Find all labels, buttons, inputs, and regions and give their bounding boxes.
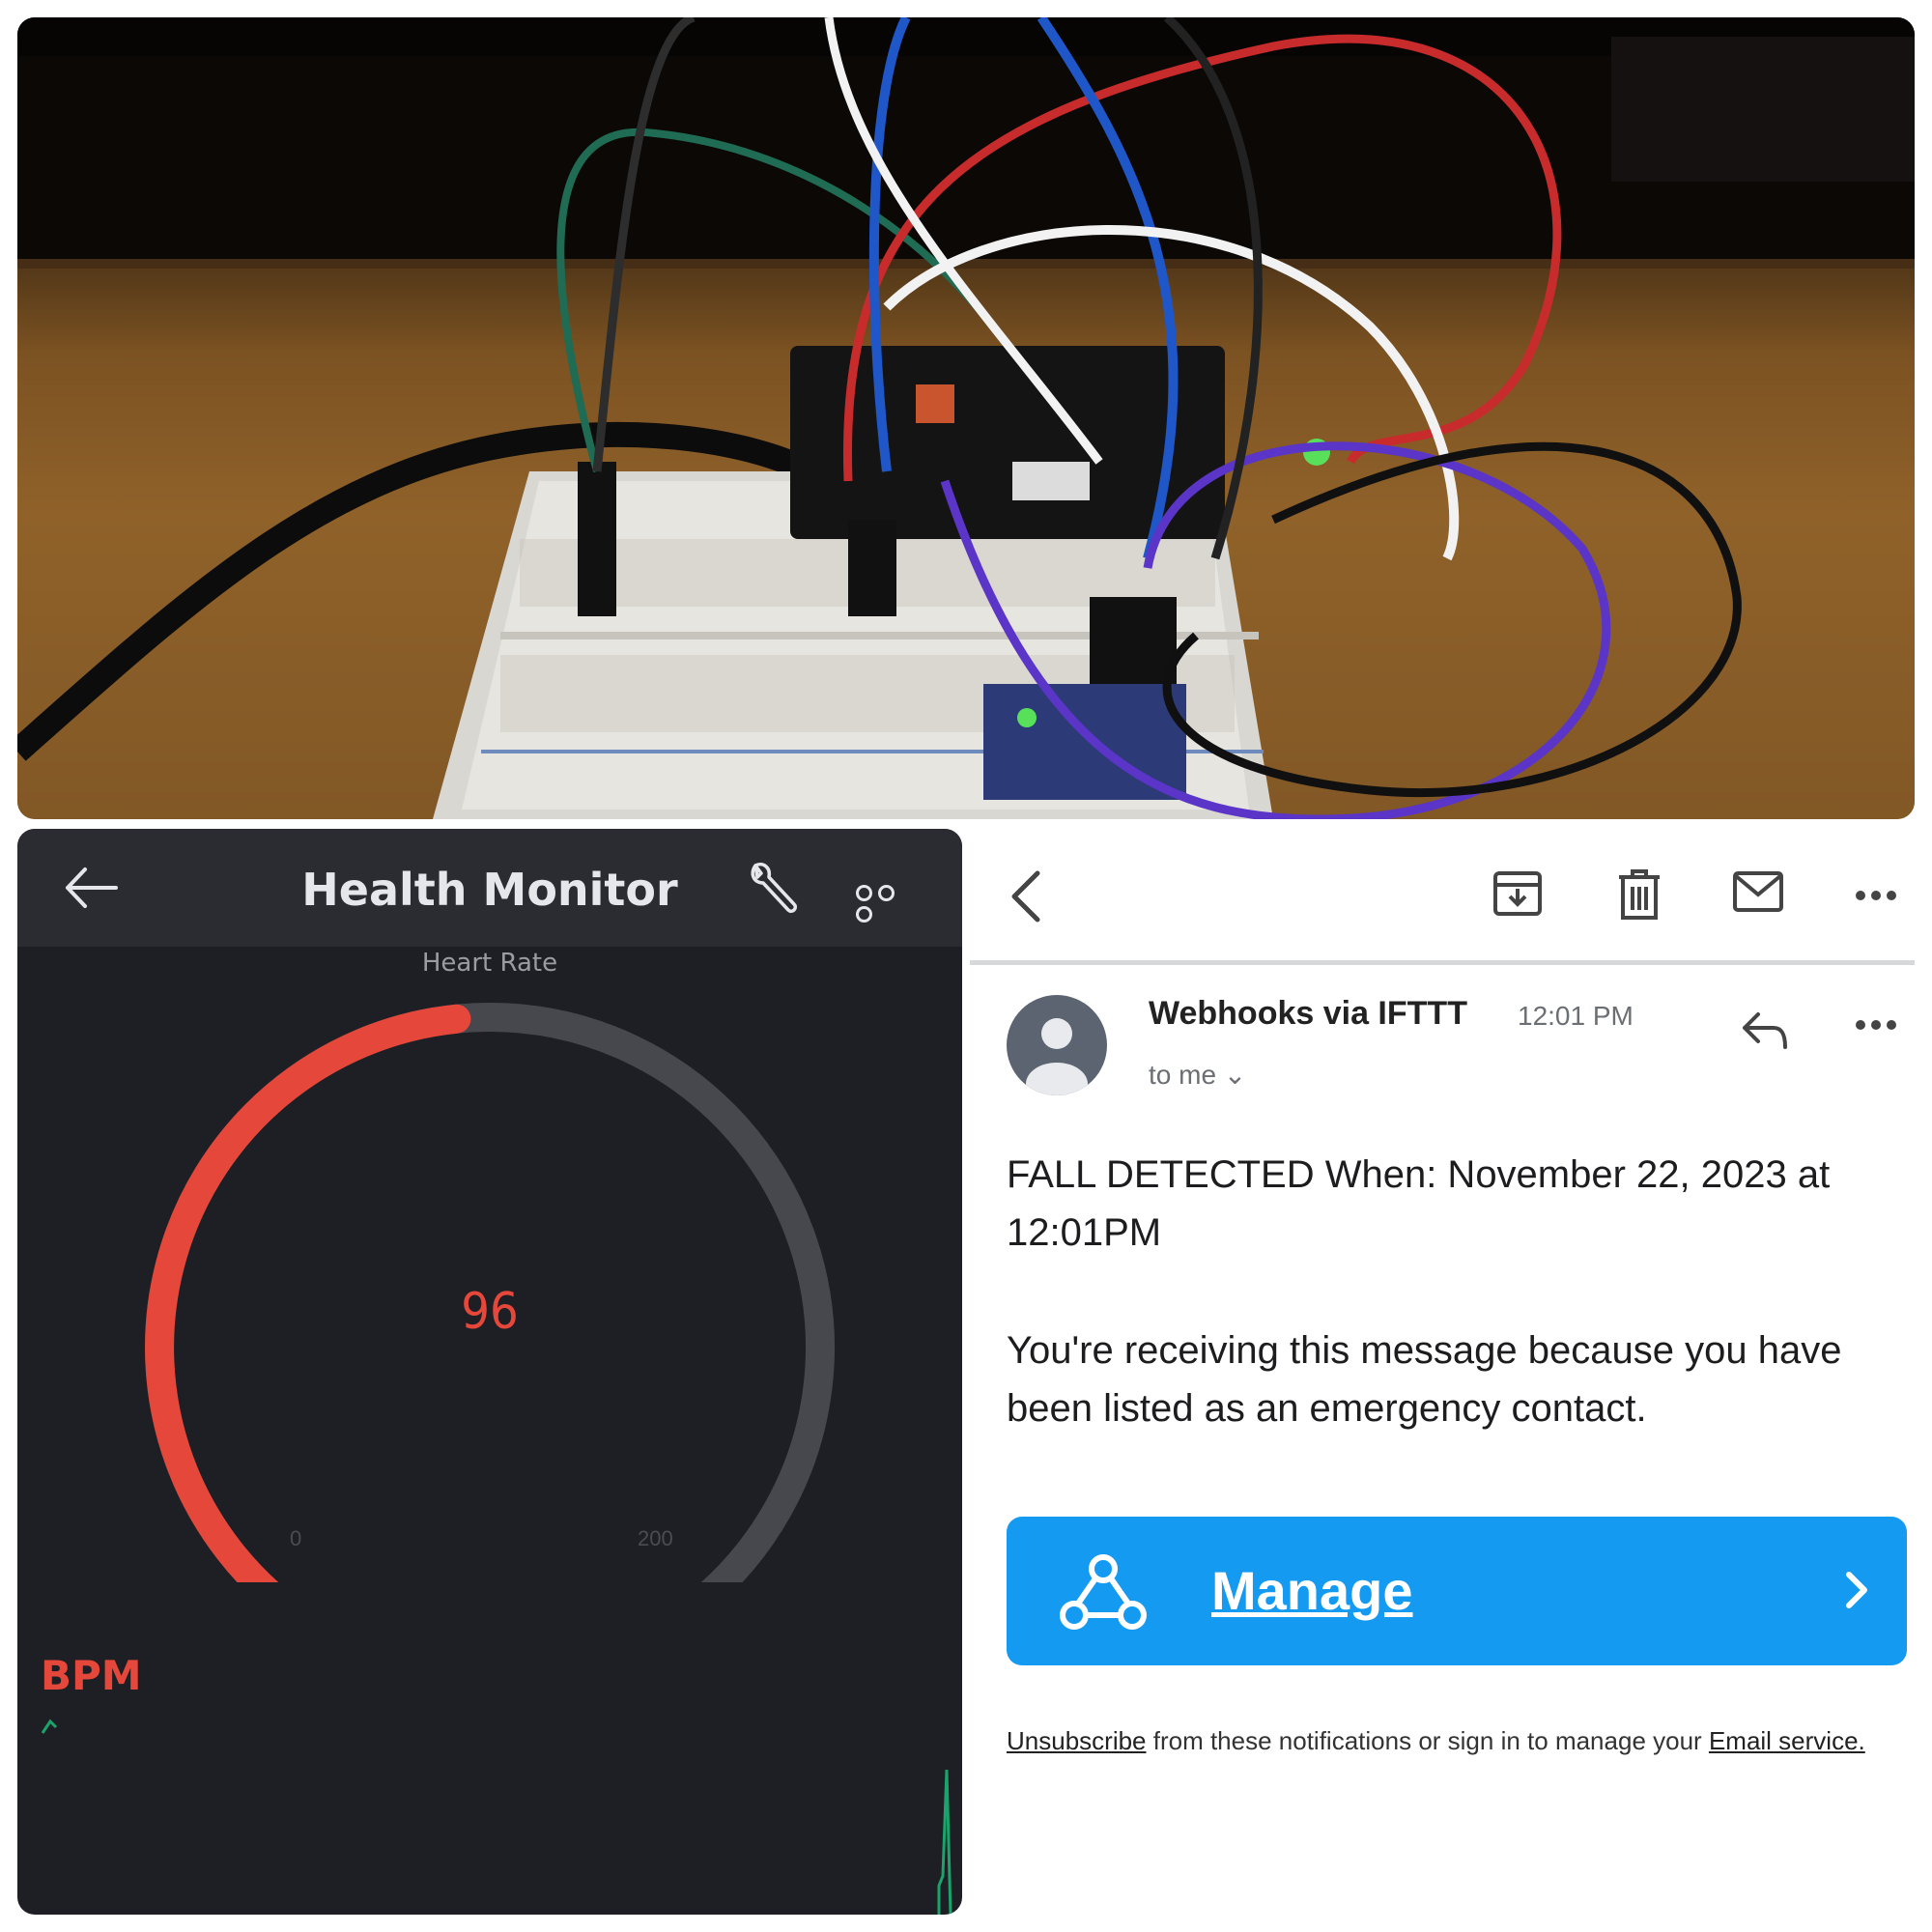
manage-button[interactable]: Manage: [1007, 1517, 1907, 1665]
heart-rate-gauge: [145, 1003, 835, 1582]
wrench-icon[interactable]: [744, 856, 806, 918]
email-service-link[interactable]: Email service.: [1709, 1726, 1865, 1755]
app-title: Health Monitor: [301, 864, 678, 916]
more-icon[interactable]: [856, 885, 914, 923]
heart-rate-trace: [937, 1769, 952, 1915]
alert-text: FALL DETECTED When: November 22, 2023 at…: [1007, 1153, 1831, 1254]
message-more-icon[interactable]: [1855, 1018, 1897, 1032]
breadboard-illustration: [17, 17, 1915, 819]
mail-icon[interactable]: [1731, 867, 1785, 916]
gauge-max-label: 200: [638, 1526, 673, 1550]
bpm-label: BPM: [41, 1652, 142, 1699]
more-icon[interactable]: [1855, 889, 1897, 902]
sent-time: 12:01 PM: [1518, 1001, 1634, 1031]
gauge-min-label: 0: [290, 1526, 302, 1550]
manage-label: Manage: [1211, 1560, 1413, 1621]
back-chevron-icon[interactable]: [1007, 867, 1045, 925]
app-header: Health Monitor: [17, 829, 962, 947]
sparkline-icon: [41, 1719, 58, 1734]
archive-icon[interactable]: [1492, 867, 1544, 920]
unsubscribe-link[interactable]: Unsubscribe: [1007, 1726, 1147, 1755]
webhook-icon: [1060, 1554, 1147, 1630]
gauge-value: 96: [461, 1283, 519, 1341]
email-view: Webhooks via IFTTT 12:01 PM to me ⌄ FALL…: [970, 829, 1915, 1915]
reason-text: You're receiving this message because yo…: [1007, 1329, 1842, 1430]
health-monitor-app: Health Monitor Heart Rate 96 0 200 BPM: [17, 829, 962, 1915]
reply-icon[interactable]: [1741, 1009, 1789, 1051]
footer-text: Unsubscribe from these notifications or …: [1007, 1721, 1905, 1760]
toolbar-divider: [970, 960, 1915, 965]
breadboard-photo: [17, 17, 1915, 819]
trash-icon[interactable]: [1615, 867, 1663, 922]
avatar[interactable]: [1007, 995, 1107, 1095]
recipient-toggle[interactable]: to me ⌄: [1149, 1059, 1246, 1091]
sender-name: Webhooks via IFTTT: [1149, 995, 1467, 1032]
chevron-right-icon: [1846, 1572, 1867, 1608]
footer-middle-text: from these notifications or sign in to m…: [1146, 1726, 1709, 1755]
